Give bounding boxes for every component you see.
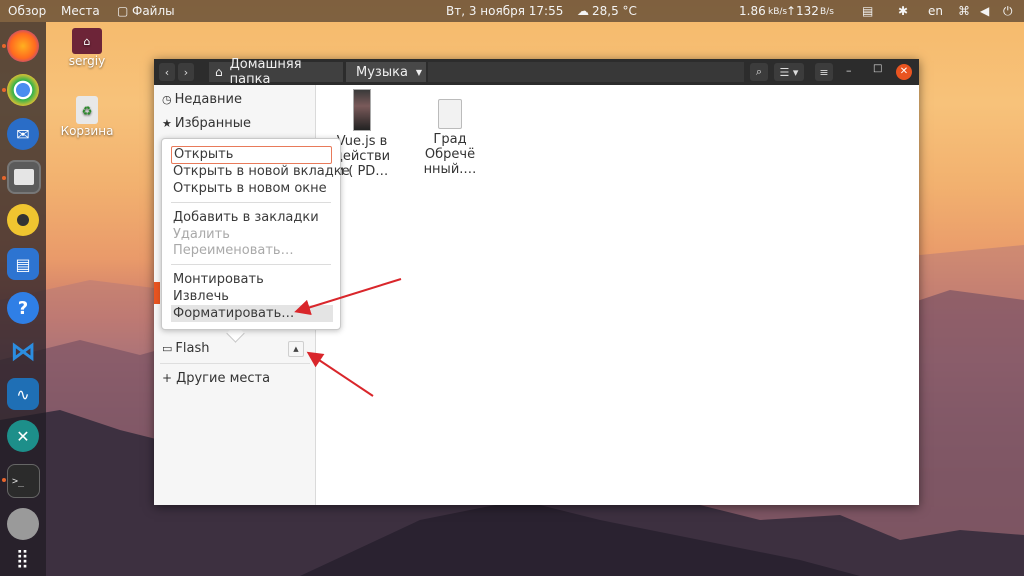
file-item[interactable]: Град Обречё нный.… (411, 99, 489, 177)
chevron-down-icon: ▼ (415, 67, 423, 77)
menu-separator (171, 264, 331, 265)
sidebar-item-other-locations[interactable]: + Другие места (162, 371, 270, 386)
volume-icon[interactable]: ◀ (980, 4, 989, 18)
sidebar-item-recent[interactable]: ◷ Недавние (162, 92, 242, 107)
places-menu[interactable]: Места (61, 4, 100, 18)
header-bar: ‹ › ⌂ Домашняя папка Музыка ▼ ⌕ ☰ ▾ ≡ – … (154, 57, 919, 87)
file-name-line: нный.… (423, 162, 477, 177)
minimize-button[interactable]: – (846, 64, 852, 77)
plus-icon: + (162, 371, 173, 385)
overview-button[interactable]: Обзор (8, 4, 46, 18)
eject-icon[interactable]: ▲ (288, 341, 304, 357)
files-icon[interactable] (7, 160, 41, 194)
desktop-home-label: sergiy (68, 54, 106, 68)
menu-button[interactable]: ≡ (815, 63, 833, 81)
running-indicator (2, 176, 6, 180)
forward-button[interactable]: › (178, 63, 194, 81)
net-down-unit: kB/s (768, 7, 788, 17)
sync-icon[interactable]: ✕ (7, 420, 39, 452)
breadcrumb-current-label: Музыка (356, 64, 408, 80)
file-name-line: Обречё (424, 147, 476, 162)
breadcrumb-home-label: Домашняя папка (229, 57, 302, 87)
sidebar-item-label: Недавние (174, 92, 242, 107)
thunderbird-icon[interactable]: ✉ (7, 118, 39, 150)
context-menu: Открыть Открыть в новой вкладке Открыть … (161, 138, 350, 330)
sidebar-item-starred[interactable]: ★ Избранные (162, 116, 251, 131)
sidebar-item-flash[interactable]: ▭ Flash (162, 341, 209, 356)
back-button[interactable]: ‹ (159, 63, 175, 81)
vscode-icon[interactable]: ⋈ (7, 336, 39, 368)
menu-item-rename: Переименовать… (173, 243, 294, 258)
path-bar-spacer (428, 62, 744, 82)
desktop-home[interactable]: ⌂ sergiy (52, 28, 122, 68)
view-list-button[interactable]: ☰ ▾ (774, 63, 804, 81)
file-view: Vue.js в действи и ( PD… Град Обречё нны… (316, 85, 919, 505)
help-icon[interactable]: ? (7, 292, 39, 324)
selected-indicator (154, 282, 160, 304)
monitor-icon[interactable]: ∿ (7, 378, 39, 410)
running-indicator (2, 88, 6, 92)
menu-item-open-tab[interactable]: Открыть в новой вкладке (173, 164, 350, 179)
folder-shape (14, 169, 34, 185)
running-indicator (2, 478, 6, 482)
terminal-icon[interactable]: >_ (7, 464, 40, 498)
files-app-menu[interactable]: Файлы (132, 4, 175, 18)
home-icon: ⌂ (215, 65, 223, 79)
breadcrumb-home[interactable]: ⌂ Домашняя папка (209, 57, 343, 87)
breadcrumb-current[interactable]: Музыка ▼ (346, 62, 426, 82)
clipboard-icon[interactable]: ▤ (862, 4, 873, 18)
chrome-icon[interactable] (7, 74, 39, 106)
rhythmbox-icon[interactable] (7, 204, 39, 236)
close-button[interactable]: ✕ (896, 64, 912, 80)
power-icon[interactable]: ⏻ (1003, 4, 1013, 19)
accessibility-icon[interactable]: ✱ (898, 4, 908, 18)
weather-icon: ☁ (577, 4, 589, 18)
net-up-value: 132 (796, 4, 819, 18)
drive-icon[interactable] (7, 508, 39, 540)
drive-icon: ▭ (162, 342, 173, 355)
net-up-unit: B/s (820, 7, 834, 17)
writer-icon[interactable]: ▤ (7, 248, 39, 280)
network-icon[interactable]: ⌘ (958, 4, 970, 18)
sidebar-item-label: Flash (175, 341, 210, 356)
menu-item-bookmark[interactable]: Добавить в закладки (173, 210, 319, 225)
file-name-line: Град (433, 132, 467, 147)
document-icon (438, 99, 462, 129)
home-folder-icon: ⌂ (72, 28, 102, 54)
language-indicator[interactable]: en (928, 4, 943, 18)
speaker-shape (17, 214, 29, 226)
trash-icon: ♻ (76, 96, 98, 124)
divider (160, 363, 310, 364)
net-arrow-icon: ↑ (786, 4, 797, 18)
dock: ✉ ▤ ? ⋈ ∿ ✕ >_ ⣿ (0, 22, 46, 576)
clock-icon: ◷ (162, 93, 172, 106)
menu-item-format[interactable]: Форматировать… (171, 305, 333, 322)
menu-separator (171, 202, 331, 203)
weather-temp[interactable]: 28,5 °C (592, 4, 637, 18)
menu-item-open-window[interactable]: Открыть в новом окне (173, 181, 327, 196)
menu-item-mount[interactable]: Монтировать (173, 272, 264, 287)
app-grid-icon[interactable]: ⣿ (7, 542, 39, 574)
net-down-value: 1.86 (739, 4, 766, 18)
pdf-thumbnail-icon (353, 89, 371, 131)
sidebar-item-label: Избранные (174, 116, 252, 131)
top-bar: Обзор Места ▢ Файлы Вт, 3 ноября 17:55 ☁… (0, 0, 1024, 22)
sidebar-item-label: Другие места (176, 371, 271, 386)
desktop-trash-label: Корзина (60, 124, 114, 138)
running-indicator (2, 44, 6, 48)
firefox-icon[interactable] (7, 30, 39, 62)
search-button[interactable]: ⌕ (750, 63, 768, 81)
menu-item-delete: Удалить (173, 227, 230, 242)
clock[interactable]: Вт, 3 ноября 17:55 (446, 4, 563, 18)
files-app-icon: ▢ (117, 4, 129, 18)
star-icon: ★ (162, 117, 172, 130)
menu-item-eject[interactable]: Извлечь (173, 289, 229, 304)
desktop-trash[interactable]: ♻ Корзина (52, 96, 122, 138)
menu-item-open[interactable]: Открыть (171, 146, 332, 164)
maximize-button[interactable]: □ (873, 63, 882, 74)
